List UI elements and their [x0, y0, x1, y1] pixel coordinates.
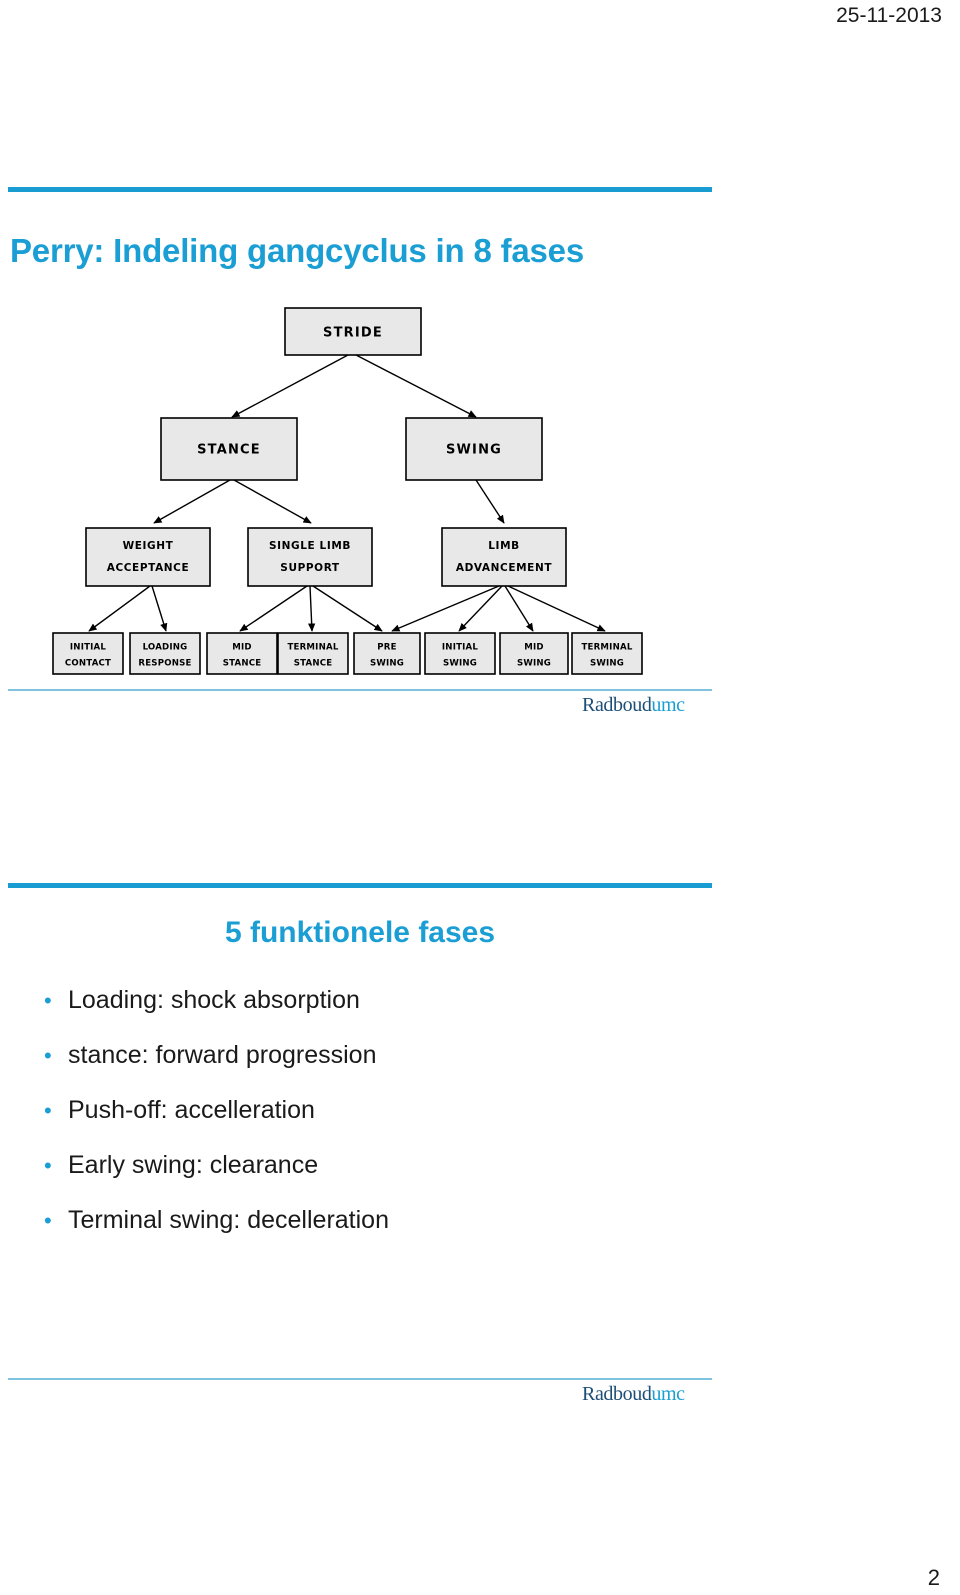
tree-node-stance-label: STANCE: [197, 443, 261, 458]
tree-node-initial-swing: INITIAL SWING: [424, 632, 496, 675]
tree-node-initial-contact-line1: INITIAL: [70, 643, 106, 653]
list-item: • Loading: shock absorption: [44, 986, 704, 1041]
tree-node-pre-swing-line2: SWING: [370, 659, 404, 669]
tree-node-pre-swing: PRE SWING: [353, 632, 421, 675]
page-number: 2: [927, 1565, 940, 1590]
tree-node-mid-stance: MID STANCE: [206, 632, 278, 675]
tree-edges-level1-to-level2: [231, 354, 477, 418]
list-item: • stance: forward progression: [44, 1041, 704, 1096]
tree-node-initial-contact-line2: CONTACT: [65, 659, 111, 669]
tree-node-pre-swing-line1: PRE: [377, 643, 396, 653]
tree-node-stride-label: STRIDE: [323, 326, 383, 341]
tree-node-terminal-stance: TERMINAL STANCE: [277, 632, 349, 675]
tree-node-initial-swing-line2: SWING: [443, 659, 477, 669]
list-item-label: Push-off: accelleration: [68, 1096, 315, 1124]
tree-edges-sls-to-level4: [239, 585, 383, 632]
tree-node-weight-acceptance-line2: ACCEPTANCE: [107, 562, 190, 574]
radboudumc-logo-main: Radboud: [582, 1383, 652, 1405]
tree-node-terminal-stance-line2: STANCE: [294, 659, 333, 669]
tree-node-initial-contact: INITIAL CONTACT: [52, 632, 124, 675]
tree-node-single-limb-support-line1: SINGLE LIMB: [269, 540, 351, 552]
list-item-label: Loading: shock absorption: [68, 986, 360, 1014]
tree-edges-swing-to-level3: [475, 479, 505, 524]
tree-node-single-limb-support-line2: SUPPORT: [280, 562, 340, 574]
slide2-top-rule: [8, 883, 712, 888]
tree-node-mid-swing-line1: MID: [524, 643, 543, 653]
tree-node-stance: STANCE: [160, 417, 298, 481]
radboudumc-logo-slide1: Radboudumc: [582, 694, 685, 717]
tree-node-swing-label: SWING: [446, 443, 502, 458]
tree-node-terminal-stance-line1: TERMINAL: [287, 643, 338, 653]
bullet-dot-icon: •: [44, 1208, 52, 1233]
tree-node-terminal-swing: TERMINAL SWING: [571, 632, 643, 675]
tree-node-mid-swing: MID SWING: [499, 632, 569, 675]
tree-node-weight-acceptance: WEIGHT ACCEPTANCE: [85, 527, 211, 587]
tree-node-terminal-swing-line1: TERMINAL: [581, 643, 632, 653]
tree-node-limb-advancement: LIMB ADVANCEMENT: [441, 527, 567, 587]
radboudumc-logo-main: Radboud: [582, 694, 652, 716]
list-item: • Push-off: accelleration: [44, 1096, 704, 1151]
list-item-label: Early swing: clearance: [68, 1151, 319, 1179]
tree-node-single-limb-support: SINGLE LIMB SUPPORT: [247, 527, 373, 587]
page-date: 25-11-2013: [836, 4, 942, 27]
tree-node-limb-advancement-line2: ADVANCEMENT: [456, 562, 552, 574]
slide1-title: Perry: Indeling gangcyclus in 8 fases: [10, 232, 584, 269]
tree-edges-la-to-level4: [391, 585, 606, 632]
tree-node-limb-advancement-line1: LIMB: [488, 540, 519, 552]
tree-node-stride: STRIDE: [284, 307, 422, 356]
slide2-title: 5 funktionele fases: [224, 916, 496, 949]
bullet-dot-icon: •: [44, 1043, 52, 1068]
slide1-top-rule: [8, 187, 712, 192]
tree-edges-wa-to-level4: [88, 585, 168, 632]
tree-node-loading-response-line1: LOADING: [143, 643, 188, 653]
bullet-dot-icon: •: [44, 1098, 52, 1123]
tree-node-loading-response: LOADING RESPONSE: [129, 632, 201, 675]
list-item-label: stance: forward progression: [68, 1041, 377, 1069]
tree-edges-stance-to-level3: [153, 479, 312, 524]
slide-five-functional-phases: 5 funktionele fases • Loading: shock abs…: [0, 868, 960, 1428]
gait-cycle-tree-diagram: STRIDE STANCE SWING WEIGHT ACCEPTANCE SI…: [0, 298, 720, 688]
functional-phases-list: • Loading: shock absorption • stance: fo…: [44, 986, 704, 1261]
list-item: • Early swing: clearance: [44, 1151, 704, 1206]
tree-node-mid-stance-line1: MID: [232, 643, 251, 653]
tree-node-mid-swing-line2: SWING: [517, 659, 551, 669]
tree-node-initial-swing-line1: INITIAL: [442, 643, 478, 653]
tree-node-terminal-swing-line2: SWING: [590, 659, 624, 669]
radboudumc-logo-sub: umc: [651, 694, 685, 716]
tree-node-loading-response-line2: RESPONSE: [138, 659, 191, 669]
tree-node-mid-stance-line2: STANCE: [223, 659, 262, 669]
bullet-dot-icon: •: [44, 1153, 52, 1178]
radboudumc-logo-sub: umc: [651, 1383, 685, 1405]
list-item: • Terminal swing: decelleration: [44, 1206, 704, 1261]
tree-node-weight-acceptance-line1: WEIGHT: [123, 540, 174, 552]
list-item-label: Terminal swing: decelleration: [68, 1206, 389, 1234]
radboudumc-logo-slide2: Radboudumc: [582, 1383, 685, 1406]
tree-node-swing: SWING: [405, 417, 543, 481]
slide2-bottom-rule: [8, 1378, 712, 1380]
slide-perry-gait-cycle: Perry: Indeling gangcyclus in 8 fases ST…: [0, 170, 960, 730]
slide1-bottom-rule: [8, 689, 712, 691]
bullet-dot-icon: •: [44, 988, 52, 1013]
